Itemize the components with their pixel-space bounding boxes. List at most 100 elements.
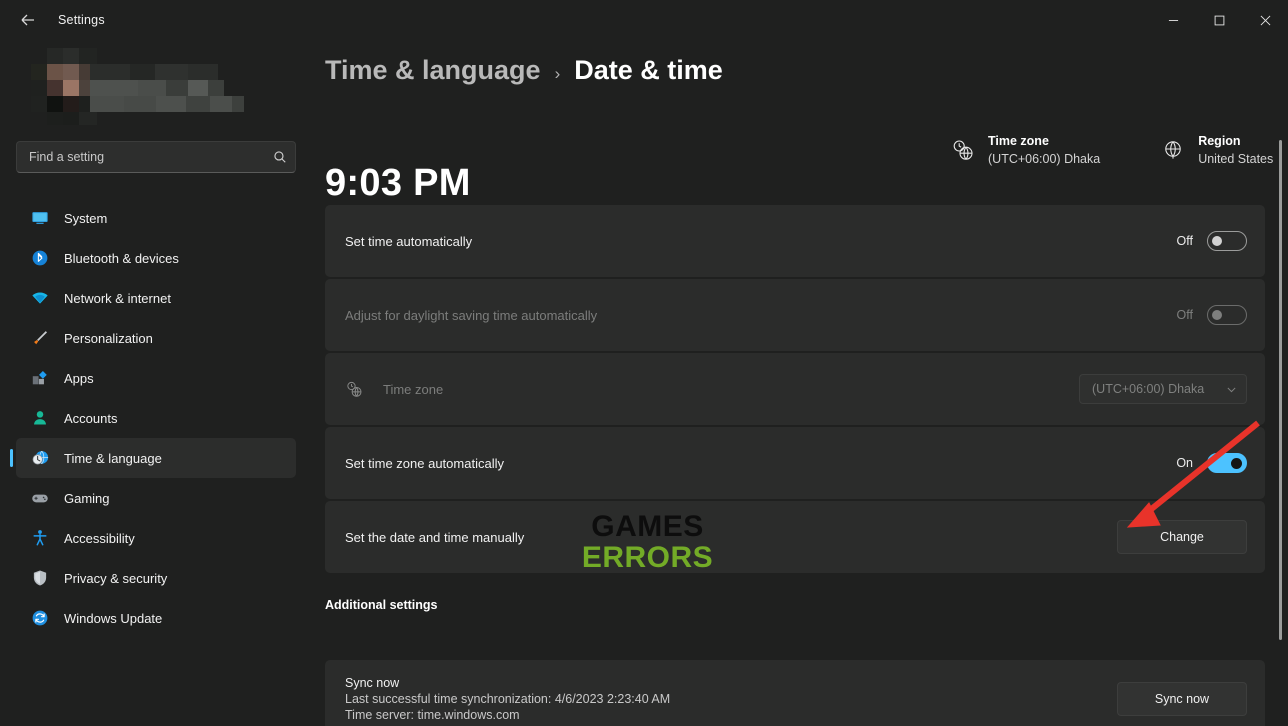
row-set-time-zone-automatically[interactable]: Set time zone automatically On (325, 427, 1265, 499)
change-button[interactable]: Change (1117, 520, 1247, 554)
toggle-knob (1212, 236, 1222, 246)
toggle-state-label: On (1176, 456, 1193, 470)
row-daylight-saving: Adjust for daylight saving time automati… (325, 279, 1265, 351)
shield-icon (30, 568, 50, 588)
main-content: Time & language › Date & time 9:03 PM Th… (320, 40, 1288, 726)
back-button[interactable] (8, 4, 48, 36)
row-control: Change (1117, 520, 1247, 554)
timezone-summary: Time zone (UTC+06:00) Dhaka (950, 132, 1100, 168)
toggle-state-label: Off (1176, 308, 1193, 322)
sidebar-item-accessibility[interactable]: Accessibility (16, 518, 296, 558)
row-set-time-automatically[interactable]: Set time automatically Off (325, 205, 1265, 277)
update-icon (30, 608, 50, 628)
clock-globe-icon (30, 448, 50, 468)
row-label: Set the date and time manually (345, 529, 525, 545)
minimize-icon (1168, 19, 1178, 21)
sidebar-item-label: Privacy & security (64, 570, 168, 586)
sidebar-item-label: Network & internet (64, 290, 171, 306)
gamepad-icon (30, 488, 50, 508)
back-arrow-icon (21, 14, 34, 26)
sidebar-item-gaming[interactable]: Gaming (16, 478, 296, 518)
sidebar-item-label: System (64, 210, 108, 226)
page-title: Date & time (574, 55, 723, 85)
timezone-summary-value: (UTC+06:00) Dhaka (988, 152, 1101, 166)
sidebar-item-apps[interactable]: Apps (16, 358, 296, 398)
additional-settings-list: Sync now Last successful time synchroniz… (325, 660, 1265, 726)
sync-now-time-server: Time server: time.windows.com (345, 708, 520, 722)
close-button[interactable] (1242, 0, 1288, 40)
paintbrush-icon (30, 328, 50, 348)
breadcrumb-separator-icon: › (554, 64, 561, 83)
row-label: Set time automatically (345, 233, 473, 249)
row-control: Off (1177, 231, 1247, 251)
time-zone-dropdown: (UTC+06:00) Dhaka (1079, 374, 1247, 404)
search-input[interactable] (29, 150, 273, 164)
accessibility-icon (30, 528, 50, 548)
toggle-knob (1231, 457, 1242, 469)
settings-card-list: Set time automatically Off Adjust for da… (325, 205, 1265, 575)
set-time-automatically-toggle[interactable] (1207, 231, 1247, 251)
region-summary-title: Region (1198, 134, 1241, 148)
set-time-zone-automatically-toggle[interactable] (1207, 453, 1247, 473)
row-label: Adjust for daylight saving time automati… (345, 307, 598, 323)
sidebar-item-system[interactable]: System (16, 198, 296, 238)
app-title: Settings (58, 13, 105, 27)
current-time: 9:03 PM (325, 162, 471, 204)
sync-now-last-sync: Last successful time synchronization: 4/… (345, 692, 671, 706)
maximize-button[interactable] (1196, 0, 1242, 40)
search-box[interactable] (16, 141, 296, 173)
row-set-date-time-manually: Set the date and time manually Change (325, 501, 1265, 573)
time-zone-selected-value: (UTC+06:00) Dhaka (1092, 382, 1205, 396)
sidebar-item-bluetooth-devices[interactable]: Bluetooth & devices (16, 238, 296, 278)
row-sync-now: Sync now Last successful time synchroniz… (325, 660, 1265, 726)
monitor-icon (30, 208, 50, 228)
chevron-down-icon (1227, 387, 1236, 392)
sync-now-title: Sync now (345, 676, 400, 690)
sidebar-item-label: Windows Update (64, 610, 163, 626)
daylight-saving-toggle (1207, 305, 1247, 325)
sidebar-item-windows-update[interactable]: Windows Update (16, 598, 296, 638)
sidebar-item-personalization[interactable]: Personalization (16, 318, 296, 358)
window-controls (1150, 0, 1288, 40)
sidebar-item-accounts[interactable]: Accounts (16, 398, 296, 438)
sidebar-item-label: Personalization (64, 330, 153, 346)
search-icon[interactable] (273, 150, 287, 164)
bluetooth-icon (30, 248, 50, 268)
toggle-knob (1212, 310, 1222, 320)
row-control: Off (1177, 305, 1247, 325)
region-summary: Region United States (1160, 132, 1273, 168)
sidebar-item-label: Bluetooth & devices (64, 250, 179, 266)
region-summary-text: Region United States (1198, 132, 1273, 168)
minimize-button[interactable] (1150, 0, 1196, 40)
title-bar: Settings (0, 0, 1288, 40)
settings-window: Settings Find a setting System Bluetooth… (0, 0, 1288, 726)
vertical-scrollbar[interactable] (1279, 140, 1282, 640)
sync-now-text: Sync now Last successful time synchroniz… (345, 676, 670, 722)
search-container (16, 141, 296, 173)
sidebar-item-label: Time & language (64, 450, 162, 466)
timezone-summary-text: Time zone (UTC+06:00) Dhaka (988, 132, 1100, 168)
sidebar-item-label: Accessibility (64, 530, 135, 546)
sidebar-item-label: Apps (64, 370, 94, 386)
breadcrumb-parent-link[interactable]: Time & language (325, 55, 541, 86)
account-profile-redacted[interactable] (14, 45, 244, 125)
apps-icon (30, 368, 50, 388)
row-label: Time zone (383, 381, 444, 397)
maximize-icon (1214, 15, 1224, 25)
sidebar-item-network-internet[interactable]: Network & internet (16, 278, 296, 318)
sidebar-item-privacy-security[interactable]: Privacy & security (16, 558, 296, 598)
row-label: Set time zone automatically (345, 455, 504, 471)
breadcrumb: Time & language › Date & time (325, 55, 723, 86)
clock-globe-icon (950, 137, 976, 163)
row-time-zone: Time zone (UTC+06:00) Dhaka (325, 353, 1265, 425)
summary-info: Time zone (UTC+06:00) Dhaka Region Unite… (950, 132, 1273, 168)
additional-settings-heading: Additional settings (325, 598, 438, 612)
sync-now-button[interactable]: Sync now (1117, 682, 1247, 716)
close-icon (1260, 15, 1270, 25)
row-control: Sync now (1117, 682, 1247, 716)
person-icon (30, 408, 50, 428)
sidebar-item-time-language[interactable]: Time & language (10, 438, 296, 478)
sidebar-item-label: Gaming (64, 490, 110, 506)
sidebar-item-label: Accounts (64, 410, 118, 426)
pixelated-avatar-and-name (14, 45, 244, 125)
